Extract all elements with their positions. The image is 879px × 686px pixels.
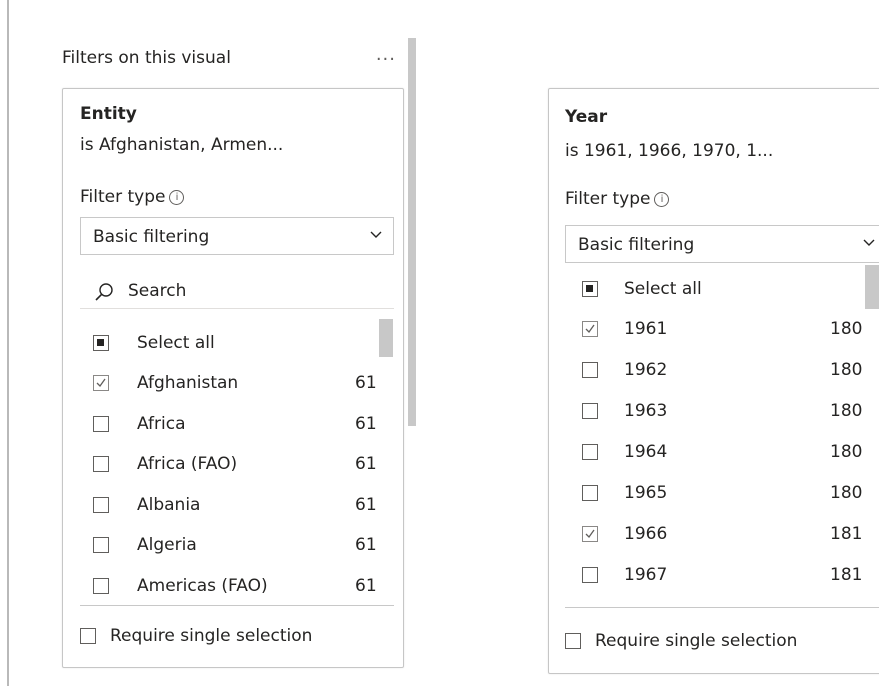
list-item-count: 61 [355, 413, 377, 434]
list-item-count: 61 [355, 373, 377, 393]
list-item-label: Algeria [137, 535, 197, 555]
checked-checkbox[interactable] [582, 526, 598, 542]
select-all-label: Select all [137, 333, 215, 353]
list-item-label: Afghanistan [137, 373, 239, 393]
search-input[interactable]: Search [80, 273, 394, 309]
list-item-label: 1967 [624, 565, 668, 585]
list-item-label: 1964 [624, 442, 668, 462]
checkbox[interactable] [93, 577, 109, 594]
require-single-label: Require single selection [595, 631, 798, 651]
require-single-checkbox[interactable] [80, 628, 96, 644]
list-item-label: 1962 [624, 360, 668, 380]
list-item[interactable]: 1964 180 [582, 434, 872, 474]
filter-summary: is Afghanistan, Armen... [80, 135, 284, 155]
filter-type-value: Basic filtering [93, 227, 210, 247]
filter-type-text: Filter type [80, 187, 166, 207]
list-item-label: 1963 [624, 401, 668, 421]
info-icon[interactable]: i [654, 192, 670, 207]
pane-title: Filters on this visual [62, 48, 231, 68]
select-all-checkbox[interactable] [93, 335, 109, 351]
list-item-count: 61 [355, 575, 377, 596]
checkbox[interactable] [93, 496, 109, 513]
checkbox[interactable] [93, 415, 109, 432]
list-item-count: 180 [830, 442, 863, 462]
list-item-count: 180 [830, 319, 863, 339]
checkbox[interactable] [582, 403, 598, 419]
list-item-count: 181 [830, 565, 863, 585]
select-all-row[interactable]: Select all [93, 325, 383, 365]
require-single-checkbox[interactable] [565, 633, 581, 649]
filter-field-name[interactable]: Entity [80, 104, 137, 124]
search-placeholder: Search [128, 281, 187, 301]
list-item-label: Africa [137, 413, 186, 434]
checkbox[interactable] [582, 567, 598, 583]
list-item-count: 61 [355, 454, 377, 474]
filter-type-label: Filter type i [80, 187, 185, 207]
filter-type-text: Filter type [565, 189, 651, 209]
select-all-checkbox[interactable] [582, 281, 598, 297]
checkbox[interactable] [582, 485, 598, 501]
checkbox[interactable] [582, 444, 598, 460]
info-icon[interactable]: i [169, 190, 185, 205]
filter-type-label: Filter type i [565, 189, 670, 209]
filter-field-name[interactable]: Year [565, 107, 607, 127]
list-item[interactable]: 1962 180 [582, 352, 872, 392]
list-item-count: 180 [830, 360, 863, 380]
search-icon [95, 283, 113, 301]
filter-type-value: Basic filtering [578, 235, 695, 255]
list-item[interactable]: 1966 181 [582, 516, 872, 556]
divider [80, 605, 394, 606]
list-item[interactable]: Africa 61 [93, 406, 383, 446]
filter-card-entity: Entity is Afghanistan, Armen... Filter t… [62, 88, 404, 668]
pane-scrollbar[interactable] [408, 38, 416, 426]
chevron-down-icon [370, 231, 382, 238]
chevron-down-icon [863, 239, 875, 246]
list-item[interactable]: 1965 180 [582, 475, 872, 515]
list-item[interactable]: Americas (FAO) 61 [93, 568, 383, 608]
filter-type-dropdown[interactable]: Basic filtering [565, 225, 879, 263]
list-item-label: Albania [137, 494, 201, 515]
checkbox[interactable] [93, 537, 109, 553]
checked-checkbox[interactable] [93, 375, 109, 391]
list-item-count: 61 [355, 535, 377, 555]
list-item-count: 181 [830, 524, 863, 544]
list-item-label: 1966 [624, 524, 668, 544]
list-item[interactable]: Afghanistan 61 [93, 365, 383, 405]
filters-pane-header: Filters on this visual ... [62, 44, 402, 72]
checkbox[interactable] [93, 456, 109, 472]
list-item[interactable]: 1961 180 [582, 311, 872, 351]
list-item[interactable]: Albania 61 [93, 487, 383, 527]
filter-type-dropdown[interactable]: Basic filtering [80, 217, 394, 255]
checkbox[interactable] [582, 362, 598, 378]
divider [565, 607, 879, 608]
list-item-count: 61 [355, 494, 377, 515]
list-item[interactable]: 1967 181 [582, 557, 872, 597]
require-single-label: Require single selection [110, 626, 313, 646]
list-item-label: 1965 [624, 483, 668, 503]
list-item-label: Africa (FAO) [137, 454, 238, 474]
list-item[interactable]: 1963 180 [582, 393, 872, 433]
more-options-icon[interactable]: ... [376, 44, 396, 65]
list-item[interactable]: Africa (FAO) 61 [93, 446, 383, 486]
list-item-count: 180 [830, 483, 863, 503]
checked-checkbox[interactable] [582, 321, 598, 337]
list-item[interactable]: Algeria 61 [93, 527, 383, 567]
list-item-label: 1961 [624, 319, 668, 339]
list-item-label: Americas (FAO) [137, 575, 268, 596]
left-border [7, 0, 9, 686]
select-all-row[interactable]: Select all [582, 271, 872, 311]
filter-summary: is 1961, 1966, 1970, 1... [565, 141, 774, 161]
select-all-label: Select all [624, 279, 702, 299]
filter-card-year: Year is 1961, 1966, 1970, 1... Filter ty… [548, 88, 879, 674]
list-item-count: 180 [830, 401, 863, 421]
